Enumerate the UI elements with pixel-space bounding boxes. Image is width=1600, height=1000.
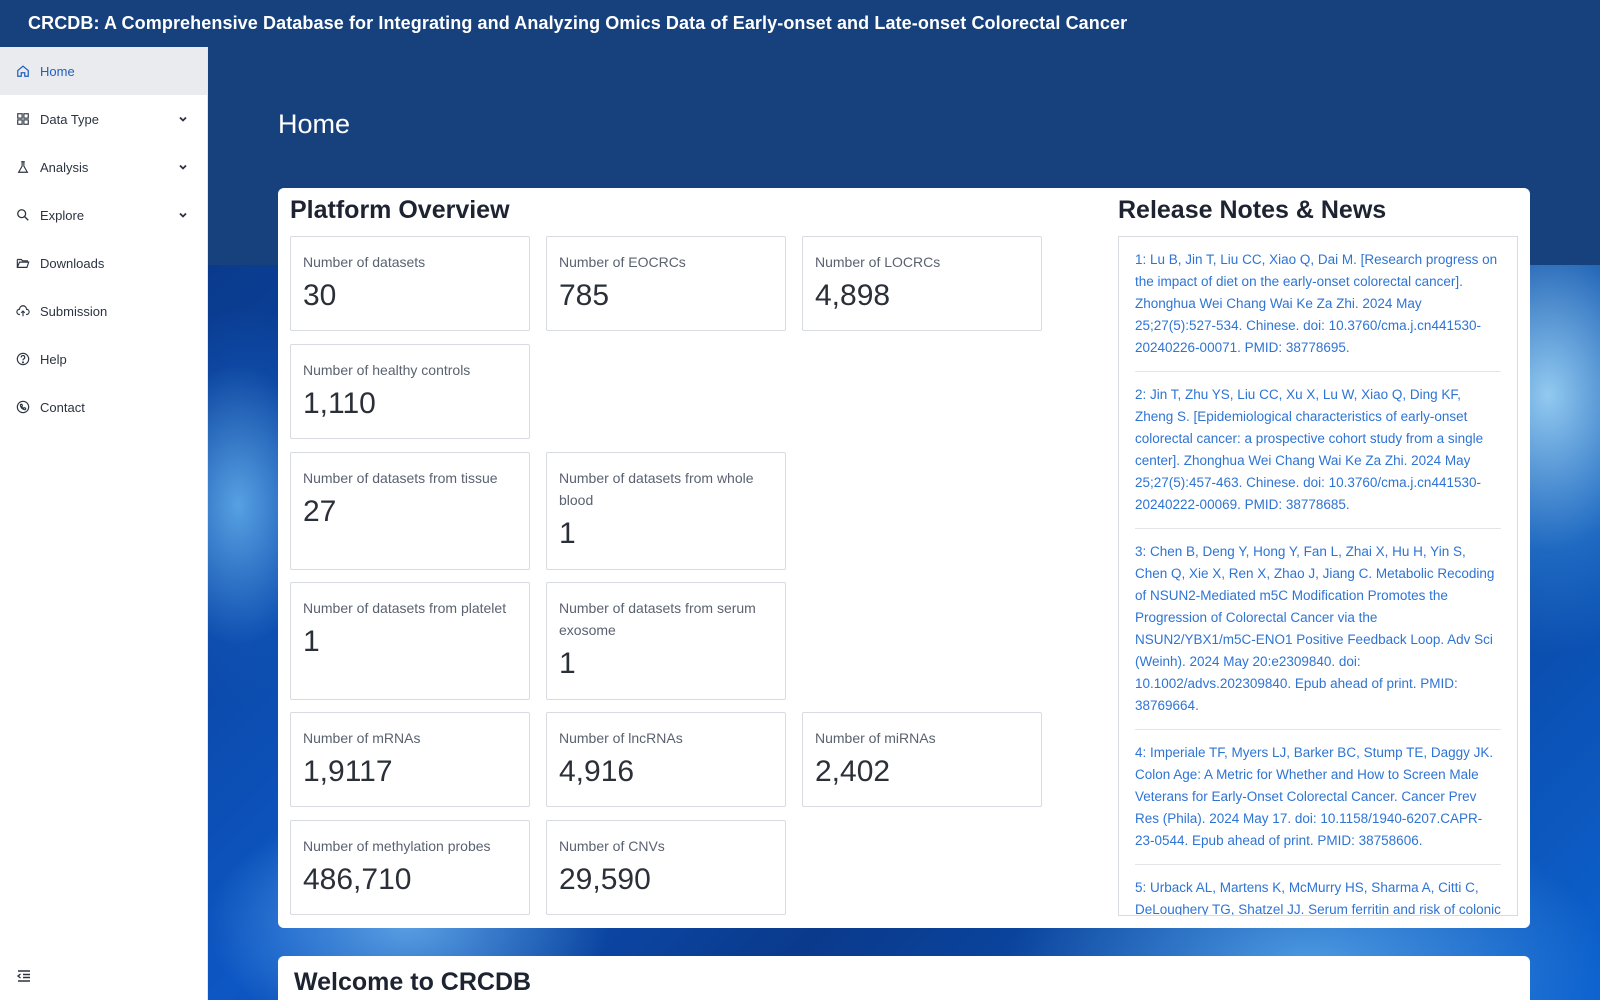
stat-value: 1 [303, 625, 320, 658]
stat-label: Number of datasets from serum exosome [559, 600, 756, 638]
platform-overview-title: Platform Overview [290, 196, 510, 224]
sidebar-item-label: Submission [40, 303, 108, 319]
help-circle-icon [16, 352, 30, 366]
home-icon [16, 64, 30, 78]
stat-value: 4,898 [815, 279, 891, 312]
welcome-title: Welcome to CRCDB [294, 968, 532, 996]
stat-card-mirnas: Number of miRNAs 2,402 [802, 712, 1042, 807]
stat-label: Number of mRNAs [303, 730, 421, 746]
news-item-link[interactable]: 4: Imperiale TF, Myers LJ, Barker BC, St… [1135, 742, 1501, 865]
sidebar-item-label: Home [40, 63, 75, 79]
stat-value: 30 [303, 279, 337, 312]
stat-label: Number of LOCRCs [815, 254, 941, 270]
stat-card-datasets: Number of datasets 30 [290, 236, 530, 331]
sidebar-item-label: Data Type [40, 111, 100, 127]
sidebar-item-label: Downloads [40, 255, 105, 271]
sidebar-item-label: Contact [40, 399, 85, 415]
stat-card-healthy-controls: Number of healthy controls 1,110 [290, 344, 530, 439]
stat-card-methylation-probes: Number of methylation probes 486,710 [290, 820, 530, 915]
news-item-link[interactable]: 2: Jin T, Zhu YS, Liu CC, Xu X, Lu W, Xi… [1135, 384, 1501, 529]
stat-card-eocrcs: Number of EOCRCs 785 [546, 236, 786, 331]
page-title: Home [278, 109, 351, 139]
stat-card-lncrnas: Number of lncRNAs 4,916 [546, 712, 786, 807]
phone-icon [16, 400, 30, 414]
news-item-link[interactable]: 5: Urback AL, Martens K, McMurry HS, Sha… [1135, 877, 1501, 915]
sidebar-item-submission[interactable]: Submission [0, 287, 207, 335]
menu-collapse-icon[interactable] [16, 968, 32, 984]
news-item-link[interactable]: 1: Lu B, Jin T, Liu CC, Xiao Q, Dai M. [… [1135, 249, 1501, 372]
news-list[interactable]: 1: Lu B, Jin T, Liu CC, Xiao Q, Dai M. [… [1118, 236, 1518, 916]
stat-value: 785 [559, 279, 610, 312]
stat-label: Number of datasets from whole blood [559, 470, 754, 508]
sidebar-item-contact[interactable]: Contact [0, 383, 207, 431]
platform-overview-card: Platform Overview Number of datasets 30 … [278, 188, 1530, 928]
search-icon [16, 208, 30, 222]
stat-card-mrnas: Number of mRNAs 1,9117 [290, 712, 530, 807]
news-item-link[interactable]: 3: Chen B, Deng Y, Hong Y, Fan L, Zhai X… [1135, 541, 1501, 730]
stat-value: 2,402 [815, 755, 891, 788]
stat-value: 29,590 [559, 863, 651, 896]
sidebar-item-downloads[interactable]: Downloads [0, 239, 207, 287]
grid-icon [16, 112, 30, 126]
stat-card-datasets-platelet: Number of datasets from platelet 1 [290, 582, 530, 700]
sidebar-item-home[interactable]: Home [0, 47, 207, 95]
sidebar-nav: Home Data Type Analysis Explore Download… [0, 47, 208, 1000]
stat-value: 1 [559, 517, 576, 550]
sidebar-item-explore[interactable]: Explore [0, 191, 207, 239]
stat-card-cnvs: Number of CNVs 29,590 [546, 820, 786, 915]
stat-card-locrcs: Number of LOCRCs 4,898 [802, 236, 1042, 331]
release-notes-title: Release Notes & News [1118, 196, 1387, 224]
chevron-down-icon [177, 209, 189, 221]
sidebar-item-data-type[interactable]: Data Type [0, 95, 207, 143]
stat-label: Number of healthy controls [303, 362, 471, 378]
app-title: CRCDB: A Comprehensive Database for Inte… [28, 13, 1128, 33]
stat-card-datasets-tissue: Number of datasets from tissue 27 [290, 452, 530, 570]
chevron-down-icon [177, 113, 189, 125]
stat-label: Number of datasets [303, 254, 426, 270]
stat-label: Number of miRNAs [815, 730, 936, 746]
stat-label: Number of methylation probes [303, 838, 491, 854]
sidebar-item-label: Explore [40, 207, 85, 223]
stat-value: 1,9117 [303, 755, 393, 788]
sidebar-item-analysis[interactable]: Analysis [0, 143, 207, 191]
sidebar-item-label: Help [40, 351, 67, 367]
stat-card-datasets-whole-blood: Number of datasets from whole blood 1 [546, 452, 786, 570]
chevron-down-icon [177, 161, 189, 173]
stat-label: Number of lncRNAs [559, 730, 683, 746]
top-header-bar: CRCDB: A Comprehensive Database for Inte… [0, 0, 1600, 47]
main-content: Home Platform Overview Number of dataset… [208, 47, 1600, 1000]
stat-card-datasets-serum-exosome: Number of datasets from serum exosome 1 [546, 582, 786, 700]
stat-label: Number of datasets from platelet [303, 600, 507, 616]
folder-open-icon [16, 256, 30, 270]
stat-label: Number of datasets from tissue [303, 470, 498, 486]
stat-value: 1,110 [303, 387, 376, 420]
stat-value: 4,916 [559, 755, 635, 788]
cloud-upload-icon [16, 304, 30, 318]
stat-value: 27 [303, 495, 337, 528]
stat-label: Number of EOCRCs [559, 254, 686, 270]
stat-value: 1 [559, 647, 576, 680]
sidebar-item-label: Analysis [40, 159, 89, 175]
sidebar-item-help[interactable]: Help [0, 335, 207, 383]
stat-value: 486,710 [303, 863, 412, 896]
flask-icon [16, 160, 30, 174]
welcome-card: Welcome to CRCDB [278, 956, 1530, 1000]
stat-label: Number of CNVs [559, 838, 665, 854]
